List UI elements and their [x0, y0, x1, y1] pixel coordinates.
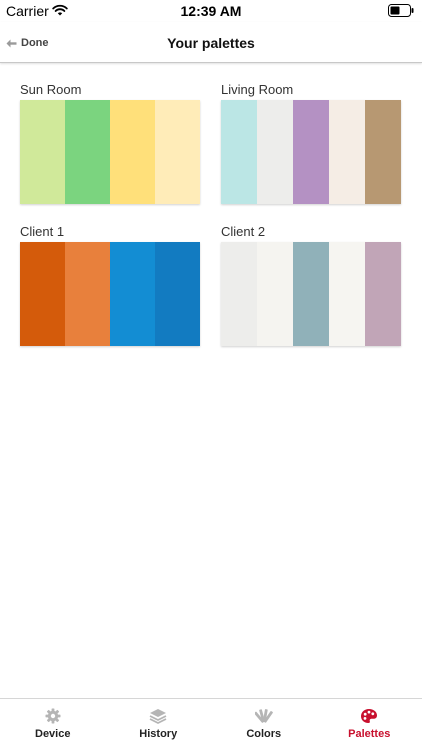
tab-label: History — [139, 728, 178, 740]
color-swatch[interactable] — [221, 242, 257, 346]
status-bar: Carrier 12:39 AM — [0, 0, 422, 22]
tab-history[interactable]: History — [106, 699, 212, 750]
fan-deck-icon — [254, 709, 273, 723]
palette-name: Client 1 — [20, 224, 65, 239]
status-time: 12:39 AM — [180, 3, 242, 19]
palette-card-sun-room[interactable]: Sun Room — [20, 81, 200, 204]
color-swatch[interactable] — [20, 242, 65, 346]
page-title: Your palettes — [167, 35, 255, 51]
palette-card-living-room[interactable]: Living Room — [221, 81, 401, 204]
palette-swatches[interactable] — [20, 100, 200, 204]
color-swatch[interactable] — [257, 100, 293, 204]
color-swatch[interactable] — [110, 100, 155, 204]
battery-icon — [388, 4, 414, 17]
color-swatch[interactable] — [365, 242, 401, 346]
tab-label: Colors — [246, 728, 282, 740]
color-swatch[interactable] — [221, 100, 257, 204]
color-swatch[interactable] — [257, 242, 293, 346]
tab-device[interactable]: Device — [0, 699, 106, 750]
palette-name: Sun Room — [20, 82, 82, 97]
color-swatch[interactable] — [65, 242, 110, 346]
tab-bar: Device History Colors Palettes — [0, 698, 422, 750]
color-swatch[interactable] — [329, 242, 365, 346]
color-swatch[interactable] — [293, 100, 329, 204]
tab-colors[interactable]: Colors — [211, 699, 317, 750]
tab-palettes[interactable]: Palettes — [317, 699, 422, 750]
navigation-bar: Done Your palettes — [0, 22, 422, 63]
color-swatch[interactable] — [110, 242, 155, 346]
color-swatch[interactable] — [155, 100, 200, 204]
palette-name: Client 2 — [221, 224, 266, 239]
palette-name: Living Room — [221, 82, 294, 97]
color-swatch[interactable] — [365, 100, 401, 204]
stack-icon — [149, 709, 167, 724]
color-swatch[interactable] — [20, 100, 65, 204]
palette-card-client-2[interactable]: Client 2 — [221, 223, 401, 346]
palette-swatches[interactable] — [221, 242, 401, 346]
color-swatch[interactable] — [155, 242, 200, 346]
palette-swatches[interactable] — [20, 242, 200, 346]
palette-icon — [361, 709, 378, 723]
palette-card-client-1[interactable]: Client 1 — [20, 223, 200, 346]
palette-swatches[interactable] — [221, 100, 401, 204]
color-swatch[interactable] — [65, 100, 110, 204]
tab-label: Palettes — [348, 728, 391, 740]
color-swatch[interactable] — [293, 242, 329, 346]
color-swatch[interactable] — [329, 100, 365, 204]
tab-label: Device — [35, 728, 71, 740]
gear-icon — [45, 708, 61, 724]
